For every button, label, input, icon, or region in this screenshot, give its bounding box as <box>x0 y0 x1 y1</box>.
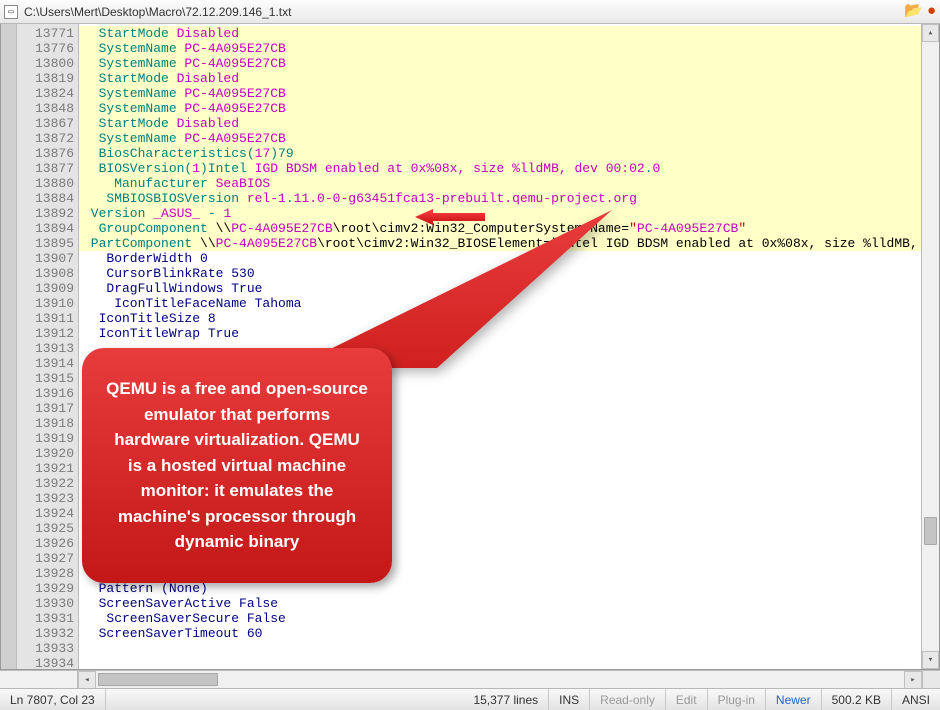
code-line: Pattern (None) <box>79 581 921 596</box>
scroll-track[interactable] <box>922 42 939 651</box>
line-number: 13924 <box>17 506 78 521</box>
h-scroll-thumb[interactable] <box>98 673 218 686</box>
favorite-icon[interactable]: ● <box>927 4 936 19</box>
line-number: 13914 <box>17 356 78 371</box>
status-readonly[interactable]: Read-only <box>590 689 666 710</box>
line-number: 13877 <box>17 161 78 176</box>
code-line: Manufacturer SeaBIOS <box>79 176 921 191</box>
line-number: 13884 <box>17 191 78 206</box>
line-number: 13926 <box>17 536 78 551</box>
scroll-up-button[interactable]: ▴ <box>922 24 939 42</box>
open-folder-icon[interactable]: 📂 <box>904 4 923 19</box>
line-number: 13876 <box>17 146 78 161</box>
gutter-margin <box>1 24 17 669</box>
address-bar: ▭ C:\Users\Mert\Desktop\Macro\72.12.209.… <box>0 0 940 24</box>
code-line: SMBIOSBIOSVersion rel-1.11.0-0-g63451fca… <box>79 191 921 206</box>
line-number: 13911 <box>17 311 78 326</box>
code-line: ScreenSaverTimeout 60 <box>79 626 921 641</box>
line-number: 13919 <box>17 431 78 446</box>
line-number: 13895 <box>17 236 78 251</box>
code-line: SystemName PC-4A095E27CB <box>79 86 921 101</box>
status-ins[interactable]: INS <box>549 689 590 710</box>
line-number: 13928 <box>17 566 78 581</box>
code-line: SystemName PC-4A095E27CB <box>79 56 921 71</box>
line-number: 13920 <box>17 446 78 461</box>
line-number: 13872 <box>17 131 78 146</box>
scroll-thumb[interactable] <box>924 517 937 545</box>
code-line: BIOSVersion(1)Intel IGD BDSM enabled at … <box>79 161 921 176</box>
line-number: 13867 <box>17 116 78 131</box>
status-newer[interactable]: Newer <box>766 689 822 710</box>
line-number: 13916 <box>17 386 78 401</box>
line-number: 13912 <box>17 326 78 341</box>
status-plugin[interactable]: Plug-in <box>708 689 766 710</box>
line-number: 13848 <box>17 101 78 116</box>
scroll-down-button[interactable]: ▾ <box>922 651 939 669</box>
line-number: 13907 <box>17 251 78 266</box>
line-number: 13923 <box>17 491 78 506</box>
annotation-callout: QEMU is a free and open-source emulator … <box>82 348 392 583</box>
line-number: 13776 <box>17 41 78 56</box>
status-edit[interactable]: Edit <box>666 689 708 710</box>
line-number: 13921 <box>17 461 78 476</box>
vertical-scrollbar[interactable]: ▴ ▾ <box>921 24 939 669</box>
line-number: 13929 <box>17 581 78 596</box>
scroll-right-button[interactable]: ▸ <box>904 671 922 689</box>
addressbar-actions: 📂 ● <box>904 4 936 19</box>
code-line: ScreenSaverActive False <box>79 596 921 611</box>
line-number: 13800 <box>17 56 78 71</box>
code-line: ScreenSaverSecure False <box>79 611 921 626</box>
scroll-left-button[interactable]: ◂ <box>78 671 96 689</box>
line-number: 13931 <box>17 611 78 626</box>
line-number: 13915 <box>17 371 78 386</box>
code-line: BiosCharacteristics(17)79 <box>79 146 921 161</box>
status-linecount: 15,377 lines <box>463 689 549 710</box>
code-line: StartMode Disabled <box>79 71 921 86</box>
file-icon: ▭ <box>4 5 18 19</box>
line-number: 13932 <box>17 626 78 641</box>
line-number: 13892 <box>17 206 78 221</box>
line-number: 13927 <box>17 551 78 566</box>
status-encoding[interactable]: ANSI <box>892 689 940 710</box>
status-position: Ln 7807, Col 23 <box>0 689 106 710</box>
line-number: 13933 <box>17 641 78 656</box>
horizontal-scrollbar[interactable]: ◂ ▸ <box>0 670 940 688</box>
line-number: 13922 <box>17 476 78 491</box>
file-path: C:\Users\Mert\Desktop\Macro\72.12.209.14… <box>24 5 904 19</box>
code-line: SystemName PC-4A095E27CB <box>79 131 921 146</box>
code-line: StartMode Disabled <box>79 26 921 41</box>
code-line: SystemName PC-4A095E27CB <box>79 41 921 56</box>
code-line: SystemName PC-4A095E27CB <box>79 101 921 116</box>
line-number: 13819 <box>17 71 78 86</box>
line-number: 13771 <box>17 26 78 41</box>
line-number: 13880 <box>17 176 78 191</box>
callout-text: QEMU is a free and open-source emulator … <box>82 348 392 583</box>
line-number: 13930 <box>17 596 78 611</box>
line-number: 13824 <box>17 86 78 101</box>
line-number: 13909 <box>17 281 78 296</box>
line-number-gutter: 1377113776138001381913824138481386713872… <box>17 24 79 669</box>
line-number: 13908 <box>17 266 78 281</box>
h-scroll-track[interactable] <box>96 671 904 688</box>
line-number: 13925 <box>17 521 78 536</box>
code-line: StartMode Disabled <box>79 116 921 131</box>
line-number: 13917 <box>17 401 78 416</box>
line-number: 13934 <box>17 656 78 670</box>
status-size: 500.2 KB <box>822 689 892 710</box>
status-bar: Ln 7807, Col 23 15,377 lines INS Read-on… <box>0 688 940 710</box>
line-number: 13894 <box>17 221 78 236</box>
line-number: 13918 <box>17 416 78 431</box>
line-number: 13913 <box>17 341 78 356</box>
line-number: 13910 <box>17 296 78 311</box>
